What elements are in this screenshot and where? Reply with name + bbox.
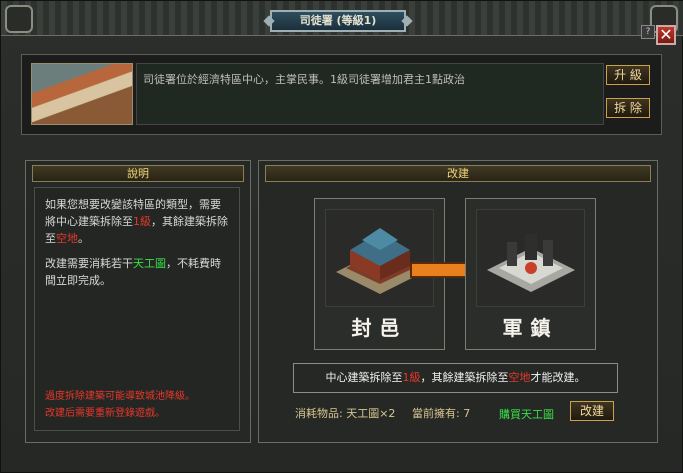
building-description: 司徒署位於經濟特區中心，主掌民事。1級司徒署增加君主1點政治 bbox=[136, 63, 604, 125]
rebuild-button[interactable]: 改建 bbox=[570, 401, 614, 421]
building-thumbnail bbox=[31, 63, 133, 125]
explain-text: 如果您想要改變該特區的類型，需要將中心建築拆除至1級，其餘建築拆除至空地。 改建… bbox=[34, 187, 240, 431]
explain-header: 說明 bbox=[32, 165, 244, 182]
warning-line-2: 改建后需要重新登錄遊戲。 bbox=[45, 408, 165, 419]
owned-label: 當前擁有: 7 bbox=[412, 407, 471, 420]
rule-text-1: 中心建築拆除至 bbox=[325, 371, 403, 384]
help-icon[interactable]: ? bbox=[641, 25, 655, 39]
buy-item-link[interactable]: 購買天工圖 bbox=[499, 406, 554, 422]
explain-level: 1級 bbox=[133, 215, 151, 228]
explain-item: 天工圖 bbox=[133, 257, 166, 270]
warning-text: 過度拆除建築可能導致城池降級。 改建后需要重新登錄遊戲。 bbox=[45, 388, 195, 422]
warning-line-1: 過度拆除建築可能導致城池降級。 bbox=[45, 391, 195, 402]
to-type-label: 軍鎮 bbox=[502, 316, 559, 340]
building-info-panel: 司徒署位於經濟特區中心，主掌民事。1級司徒署增加君主1點政治 升 級 拆 除 bbox=[21, 54, 662, 135]
explain-text-4: 改建需要消耗若干 bbox=[45, 257, 133, 270]
rebuild-header: 改建 bbox=[265, 165, 651, 182]
rebuild-requirement: 中心建築拆除至1級，其餘建築拆除至空地才能改建。 bbox=[293, 363, 618, 393]
from-type-label: 封邑 bbox=[351, 316, 408, 340]
rule-empty: 空地 bbox=[508, 371, 531, 384]
rule-text-2: ，其餘建築拆除至 bbox=[420, 371, 509, 384]
window-title: 司徒署 (等級1) bbox=[270, 10, 406, 32]
rule-level: 1級 bbox=[402, 371, 421, 384]
demolish-button[interactable]: 拆 除 bbox=[606, 98, 650, 118]
explain-text-3: 。 bbox=[78, 232, 89, 245]
explain-panel: 說明 如果您想要改變該特區的類型，需要將中心建築拆除至1級，其餘建築拆除至空地。… bbox=[25, 160, 251, 443]
target-type-card[interactable]: 軍鎮 bbox=[465, 198, 596, 350]
cost-label: 消耗物品: 天工圖×2 bbox=[295, 407, 396, 420]
corner-ornament bbox=[5, 5, 33, 33]
dialog-window: 司徒署 (等級1) ? ✕ 司徒署位於經濟特區中心，主掌民事。1級司徒署增加君主… bbox=[0, 0, 683, 473]
upgrade-button[interactable]: 升 級 bbox=[606, 65, 650, 85]
rebuild-panel: 改建 封邑 軍鎮 中心建築拆除至1級，其餘建築拆除至空地才能改建。 消耗物品: … bbox=[258, 160, 658, 443]
explain-empty: 空地 bbox=[56, 232, 78, 245]
military-town-image bbox=[476, 209, 585, 307]
rule-text-3: 才能改建。 bbox=[530, 371, 586, 384]
close-button[interactable]: ✕ bbox=[656, 25, 676, 45]
